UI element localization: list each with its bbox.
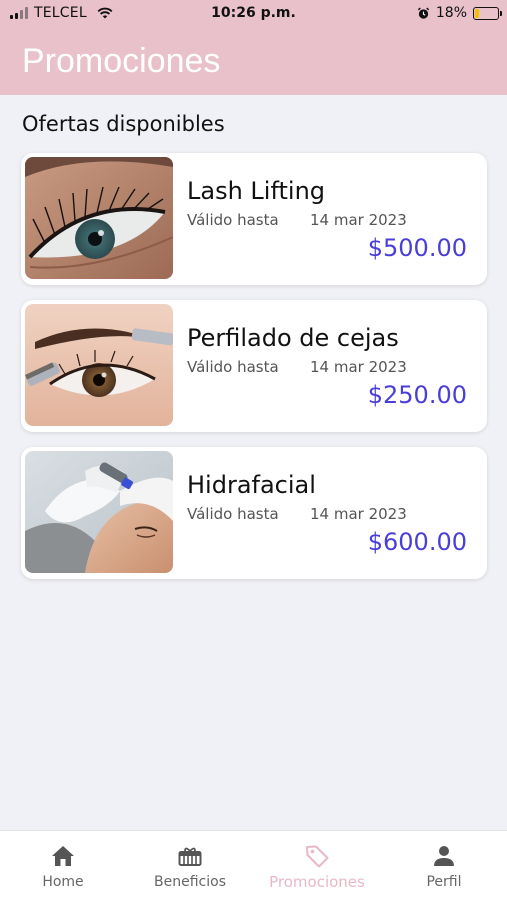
- tab-label: Perfil: [426, 874, 462, 890]
- facial-treatment-photo: [25, 451, 173, 573]
- offer-price: $600.00: [367, 528, 467, 556]
- offer-card-perfilado-cejas[interactable]: Perfilado de cejas Válido hasta 14 mar 2…: [21, 300, 487, 432]
- eye-lashes-photo: [25, 157, 173, 279]
- offer-price: $250.00: [367, 381, 467, 409]
- page-title: Promociones: [22, 42, 221, 80]
- tab-home[interactable]: Home: [0, 831, 126, 900]
- home-icon: [52, 846, 74, 866]
- gift-icon: [178, 847, 202, 866]
- offer-title: Hidrafacial: [187, 471, 316, 499]
- battery-icon: [473, 6, 502, 20]
- status-right: 18%: [417, 5, 502, 21]
- tab-label: Beneficios: [154, 874, 226, 890]
- battery-fill: [475, 8, 479, 18]
- offer-title: Perfilado de cejas: [187, 324, 399, 352]
- offer-date: 14 mar 2023: [310, 358, 407, 376]
- tab-label: Promociones: [269, 873, 365, 891]
- offer-valid-label: Válido hasta: [187, 211, 279, 229]
- alarm-icon: [417, 7, 429, 19]
- tab-promociones[interactable]: Promociones: [254, 831, 380, 900]
- battery-percent: 18%: [435, 5, 467, 21]
- tab-perfil[interactable]: Perfil: [381, 831, 507, 900]
- tag-icon: [306, 845, 329, 868]
- status-bar: TELCEL 10:26 p.m. 18%: [0, 0, 507, 28]
- offer-date: 14 mar 2023: [310, 211, 407, 229]
- offer-valid-label: Válido hasta: [187, 358, 279, 376]
- offer-title: Lash Lifting: [187, 177, 326, 205]
- offer-date: 14 mar 2023: [310, 505, 407, 523]
- bottom-tab-bar: Home Beneficios Promociones Perfil: [0, 830, 507, 900]
- offer-card-hidrafacial[interactable]: Hidrafacial Válido hasta 14 mar 2023 $60…: [21, 447, 487, 579]
- eyebrow-shaping-photo: [25, 304, 173, 426]
- section-title: Ofertas disponibles: [22, 112, 225, 136]
- offer-price: $500.00: [367, 234, 467, 262]
- offer-card-lash-lifting[interactable]: Lash Lifting Válido hasta 14 mar 2023 $5…: [21, 153, 487, 285]
- tab-label: Home: [42, 874, 84, 890]
- tab-beneficios[interactable]: Beneficios: [127, 831, 253, 900]
- person-icon: [434, 846, 454, 866]
- offer-valid-label: Válido hasta: [187, 505, 279, 523]
